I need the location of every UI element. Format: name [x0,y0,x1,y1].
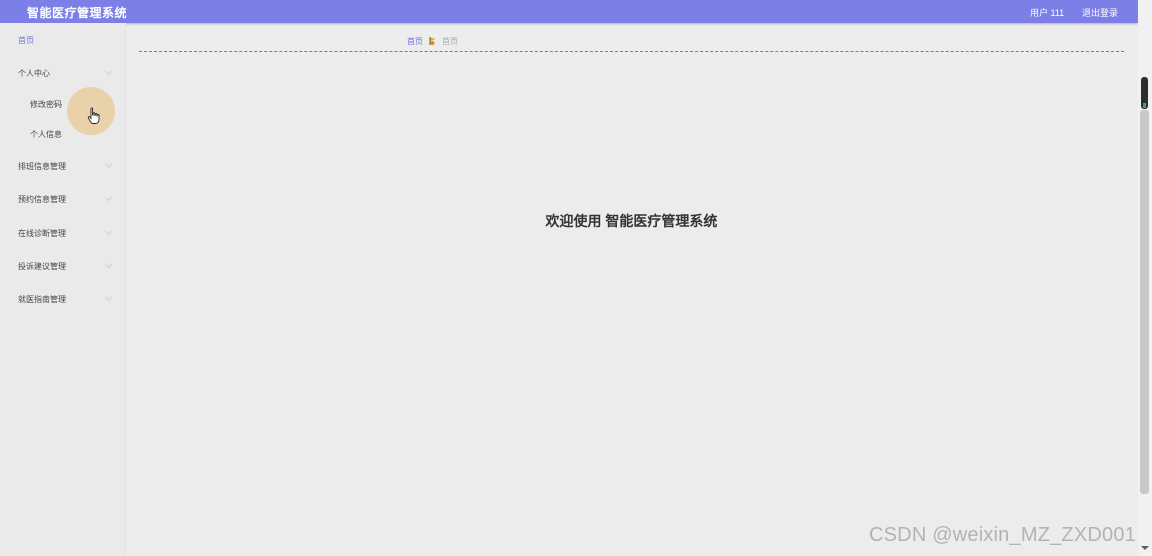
breadcrumb: 首页 首页 [125,23,1138,59]
sidebar-item-online-diagnosis-management[interactable]: 在线诊断管理 [0,222,125,244]
sidebar-item-label: 排班信息管理 [18,162,66,171]
app-title: 智能医疗管理系统 [27,6,128,20]
sidebar-item-appointment-management[interactable]: 预约信息管理 [0,188,125,210]
app-window: 智能医疗管理系统 用户 111 退出登录 首页 个人中心 修改密码 个人信息 排… [0,0,1138,556]
watermark: CSDN @weixin_MZ_ZXD001 [869,524,1136,546]
chevron-down-icon [104,293,113,302]
sidebar-item-personal-center[interactable]: 个人中心 [0,62,125,84]
scrollbar-rail [1140,110,1149,494]
sidebar-item-label: 在线诊断管理 [18,229,66,238]
sidebar-item-label: 个人信息 [30,130,62,139]
breadcrumb-home-link[interactable]: 首页 [407,36,423,47]
scrollbar-thumb-grip [1143,103,1146,108]
sidebar-item-schedule-management[interactable]: 排班信息管理 [0,155,125,177]
sidebar-item-change-password[interactable]: 修改密码 [0,93,125,115]
sidebar-item-label: 修改密码 [30,100,62,109]
sidebar-item-medical-guide-management[interactable]: 就医指南管理 [0,288,125,310]
welcome-message: 欢迎使用 智能医疗管理系统 [545,213,718,229]
sidebar-item-label: 投诉建议管理 [18,262,66,271]
breadcrumb-current: 首页 [442,37,458,46]
chevron-down-icon [104,260,113,269]
chevron-down-icon [104,160,113,169]
sidebar-item-label: 预约信息管理 [18,195,66,204]
sidebar-item-label: 个人中心 [18,69,50,78]
sidebar-item-label: 就医指南管理 [18,295,66,304]
current-user-label: 用户 111 [1030,8,1065,18]
breadcrumb-divider [139,51,1124,52]
chevron-down-icon [104,67,113,76]
logout-link[interactable]: 退出登录 [1082,6,1118,19]
chevron-down-icon [104,227,113,236]
sidebar-item-home[interactable]: 首页 [0,29,125,51]
scroll-down-arrow-icon[interactable] [1141,546,1149,550]
main-content: 欢迎使用 智能医疗管理系统 [139,59,1124,556]
sidebar-item-personal-info[interactable]: 个人信息 [0,123,125,145]
sidebar-item-complaint-management[interactable]: 投诉建议管理 [0,255,125,277]
top-header: 智能医疗管理系统 用户 111 退出登录 [0,0,1138,23]
sidebar-item-label: 首页 [18,36,34,45]
sidebar-menu: 首页 个人中心 修改密码 个人信息 排班信息管理 预约信息管理 在线诊断管理 投… [0,23,126,556]
chevron-down-icon [104,193,113,202]
flag-icon [429,37,436,45]
